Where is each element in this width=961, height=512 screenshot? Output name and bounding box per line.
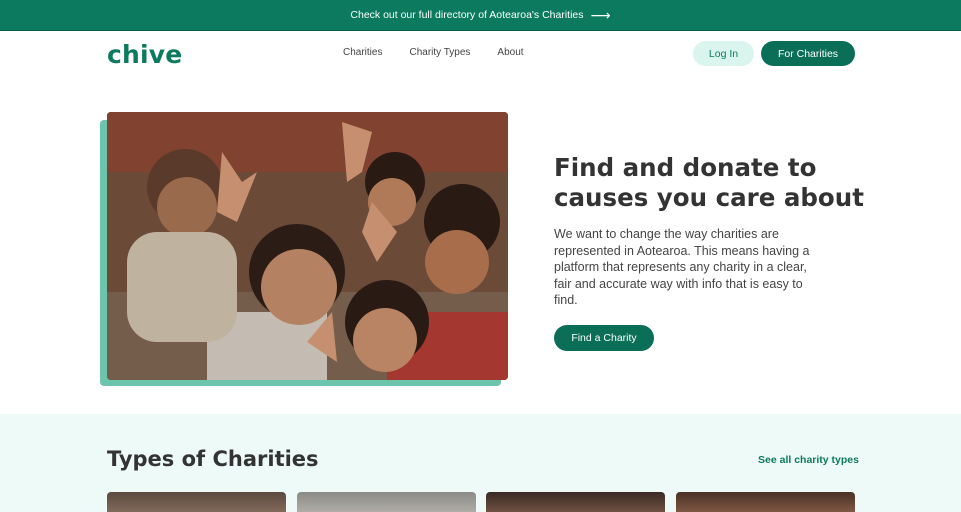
nav-link-about[interactable]: About (497, 47, 523, 58)
for-charities-button[interactable]: For Charities (761, 41, 855, 66)
hero-photo-children (107, 112, 508, 380)
find-a-charity-button[interactable]: Find a Charity (554, 325, 654, 351)
login-button[interactable]: Log In (693, 41, 754, 66)
logo[interactable]: chive (107, 40, 182, 69)
hero-title: Find and donate to causes you care about (554, 153, 864, 212)
main-navbar: chive Charities Charity Types About Log … (0, 31, 961, 77)
nav-links: Charities Charity Types About (343, 47, 524, 58)
see-all-charity-types-link[interactable]: See all charity types (758, 454, 859, 466)
charity-type-card[interactable] (676, 492, 855, 512)
nav-link-charity-types[interactable]: Charity Types (409, 47, 470, 58)
charity-type-card[interactable] (297, 492, 476, 512)
nav-link-charities[interactable]: Charities (343, 47, 382, 58)
types-of-charities-section: Types of Charities See all charity types (0, 414, 961, 512)
arrow-right-icon: ⟶ (590, 7, 611, 23)
hero-description: We want to change the way charities are … (554, 227, 810, 307)
hero-photo-illustration (107, 112, 508, 380)
banner-text: Check out our full directory of Aotearoa… (350, 9, 584, 21)
charity-type-card[interactable] (486, 492, 665, 512)
top-banner-link[interactable]: Check out our full directory of Aotearoa… (0, 0, 961, 31)
charity-type-card[interactable] (107, 492, 286, 512)
types-section-title: Types of Charities (107, 447, 319, 471)
